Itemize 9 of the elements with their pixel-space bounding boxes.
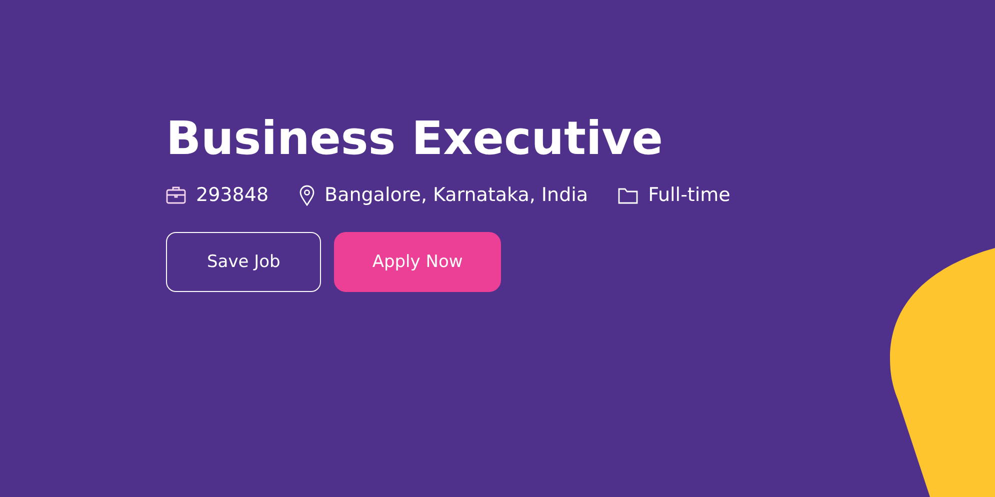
save-button[interactable]: Save Job [166,232,322,292]
job-detail: Bangalore, Karnataka, India [324,184,588,206]
location-pin-icon [298,184,315,206]
apply-button[interactable]: Apply Now [334,232,501,292]
job-detail: 293848 [196,184,269,206]
job-title: Business Executive [166,110,664,167]
job-detail: Full-time [648,184,730,206]
briefcase-icon [166,186,186,204]
folder-icon [618,186,638,204]
